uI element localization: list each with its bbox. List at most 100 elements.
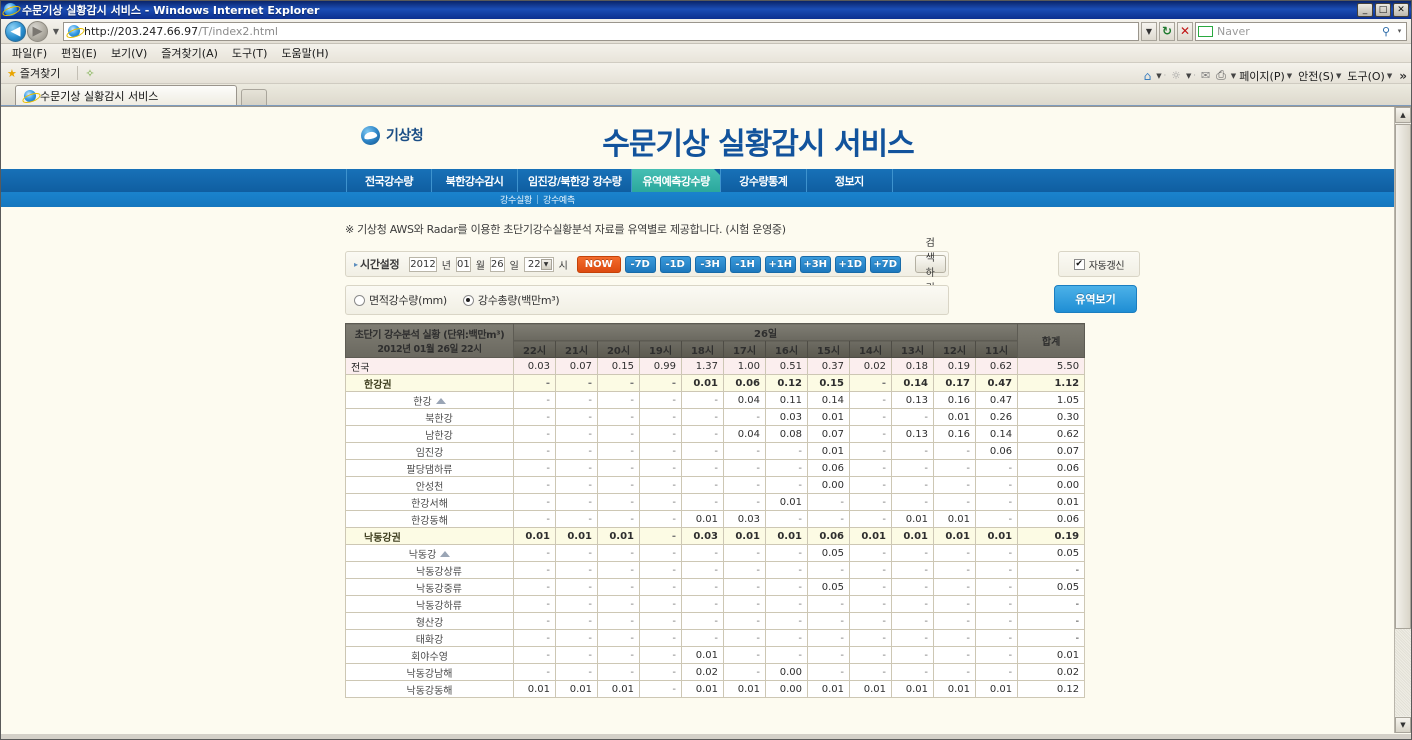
step-button-plus-1d[interactable]: +1D (834, 255, 866, 273)
address-input[interactable]: http://203.247.66.97/T/index2.html (63, 21, 1139, 41)
radio-dot-area-rainfall[interactable] (354, 294, 365, 306)
ie-browser-window: 수문기상 실황감시 서비스 - Windows Internet Explore… (0, 0, 1412, 740)
subnav-item-forecast[interactable]: 강수예측 (539, 193, 579, 206)
nav-tab-basin-forecast-rainfall[interactable]: 유역예측강수량 (632, 169, 721, 192)
print-icon[interactable]: ⎙ (1213, 68, 1229, 83)
menu-view[interactable]: 보기(V) (104, 44, 154, 62)
table-body: 전국 0.03 0.07 0.15 0.99 1.37 1.00 0.51 0.37 0.02 0.… (345, 357, 1086, 698)
command-overflow-icon[interactable]: » (1395, 69, 1407, 83)
stop-icon[interactable]: ✕ (1177, 21, 1193, 41)
scrollbar-thumb[interactable] (1395, 124, 1411, 629)
new-tab-button[interactable] (241, 89, 267, 105)
table-value-cell: - (765, 646, 808, 664)
notice-text: ※ 기상청 AWS와 Radar를 이용한 초단기강수실황분석 자료를 유역별로… (345, 223, 786, 236)
close-button[interactable]: ✕ (1393, 3, 1409, 17)
month-input[interactable]: 01 (455, 256, 471, 272)
minimize-button[interactable]: _ (1357, 3, 1373, 17)
address-history-chevron-down-icon[interactable]: ▼ (1141, 21, 1157, 41)
favorites-label[interactable]: 즐겨찾기 (20, 65, 60, 81)
step-button-minus-3h[interactable]: -3H (694, 255, 726, 273)
search-provider-chevron-down-icon[interactable]: ▾ (1395, 27, 1404, 35)
step-button-plus-7d[interactable]: +7D (869, 255, 901, 273)
table-value-cell: - (933, 561, 976, 579)
maximize-button[interactable]: □ (1375, 3, 1391, 17)
scroll-up-arrow-icon[interactable]: ▲ (1395, 107, 1411, 123)
command-page-button[interactable]: 페이지(P) ▼ (1236, 68, 1295, 84)
refresh-icon[interactable]: ↻ (1159, 21, 1175, 41)
table-value-cell: - (597, 595, 640, 613)
rainfall-table: 초단기 강수분석 실황 (단위:백만m³) 2012년 01월 26일 22시 … (345, 323, 1086, 698)
home-chevron-down-icon[interactable]: ▼ (1156, 72, 1161, 80)
view-basin-button[interactable]: 유역보기 (1054, 285, 1137, 313)
nav-tab-nk-rainfall-watch[interactable]: 북한강수감시 (432, 169, 518, 192)
radio-option-total-volume[interactable]: 강수총량(백만m³) (462, 292, 560, 308)
nav-tab-national-rainfall[interactable]: 전국강수량 (346, 169, 432, 192)
year-input[interactable]: 2012 (409, 256, 437, 272)
table-row-label: 한강 (413, 396, 432, 408)
main-navigation: 전국강수량 북한강수감시 임진강/북한강 강수량 유역예측강수량 강수량통계 정… (1, 169, 1395, 192)
search-button[interactable]: 검색하기 (914, 238, 946, 294)
now-button[interactable]: NOW (576, 255, 621, 273)
step-button-plus-3h[interactable]: +3H (799, 255, 831, 273)
command-tools-button[interactable]: 도구(O) ▼ (1344, 68, 1395, 84)
step-button-minus-7d[interactable]: -7D (624, 255, 656, 273)
command-safety-button[interactable]: 안전(S) ▼ (1295, 68, 1344, 84)
nav-tab-bulletin[interactable]: 정보지 (807, 169, 893, 192)
table-total-cell: 0.06 (1017, 510, 1086, 528)
radio-dot-total-volume[interactable] (462, 294, 474, 306)
nav-tab-imjin-bukhan-rainfall[interactable]: 임진강/북한강 강수량 (518, 169, 633, 192)
table-hour-header: 11시 (974, 340, 1019, 358)
recent-pages-chevron-down-icon[interactable]: ▼ (49, 27, 63, 36)
day-input[interactable]: 26 (489, 256, 505, 272)
menu-favorites[interactable]: 즐겨찾기(A) (154, 44, 225, 62)
search-icon[interactable]: ⚲ (1377, 25, 1395, 38)
table-value-cell: 0.02 (849, 357, 892, 375)
table-value-cell: - (723, 459, 766, 477)
table-row: 한강권 - - - -0.01 0.06 0.12 0.15-0.14 0.17 0.47 1.12 (345, 374, 1086, 392)
table-value-cell: - (597, 544, 640, 562)
radio-option-area-rainfall[interactable]: 면적강수량(mm) (354, 292, 447, 308)
table-value-cell: 0.07 (555, 357, 598, 375)
table-value-cell: - (933, 476, 976, 494)
menu-tools[interactable]: 도구(T) (225, 44, 275, 62)
menu-edit[interactable]: 편집(E) (54, 44, 104, 62)
table-header-row-1: 초단기 강수분석 실황 (단위:백만m³) 2012년 01월 26일 22시 … (345, 323, 1086, 358)
browser-tab-active[interactable]: 수문기상 실황감시 서비스 (15, 85, 237, 105)
mail-icon[interactable]: ✉ (1198, 69, 1213, 82)
forward-button-icon[interactable]: ▶ (27, 20, 48, 42)
table-value-cell: 0.47 (974, 374, 1019, 392)
table-value-cell: - (807, 612, 850, 630)
table-value-cell: - (849, 544, 892, 562)
table-value-cell: - (974, 646, 1019, 664)
menu-help[interactable]: 도움말(H) (274, 44, 335, 62)
subnav-item-observed[interactable]: 강수실황 (496, 193, 536, 206)
back-button-icon[interactable]: ◀ (5, 20, 26, 42)
menu-file[interactable]: 파일(F) (5, 44, 54, 62)
search-input[interactable]: Naver ⚲ ▾ (1195, 21, 1407, 41)
table-value-cell: - (555, 391, 598, 409)
table-row-label: 낙동강권 (364, 532, 401, 544)
nav-tab-rainfall-statistics[interactable]: 강수량통계 (721, 169, 807, 192)
step-button-minus-1h[interactable]: -1H (729, 255, 761, 273)
step-button-minus-1d[interactable]: -1D (659, 255, 691, 273)
step-button-plus-1h[interactable]: +1H (764, 255, 796, 273)
add-favorite-icon[interactable]: ✧ (85, 67, 94, 80)
table-value-cell: - (639, 442, 682, 460)
table-value-cell: 0.13 (891, 425, 934, 443)
table-value-cell: 0.03 (765, 408, 808, 426)
home-icon[interactable]: ⌂ (1141, 69, 1155, 83)
table-value-cell: - (681, 493, 724, 511)
hour-select[interactable]: 22 ▼ (523, 256, 554, 272)
feeds-icon[interactable]: ☼ (1168, 69, 1184, 82)
scroll-down-arrow-icon[interactable]: ▼ (1395, 717, 1411, 733)
page-content: 기상청 수문기상 실황감시 서비스 전국강수량 북한강수감시 임진강/북한강 강… (1, 107, 1395, 733)
chevron-down-icon[interactable]: ▼ (540, 258, 552, 270)
table-value-cell: - (513, 629, 556, 647)
feeds-chevron-down-icon[interactable]: ▼ (1186, 72, 1191, 80)
table-value-cell: 0.01 (723, 680, 766, 698)
table-value-cell: - (933, 629, 976, 647)
auto-refresh-checkbox[interactable]: ✔ (1073, 258, 1085, 270)
table-total-cell: 0.30 (1017, 408, 1086, 426)
table-row: 낙동강중류 - - - - - - -0.05- - - -0.05 (345, 578, 1086, 596)
vertical-scrollbar[interactable]: ▲ ▼ (1394, 107, 1411, 733)
